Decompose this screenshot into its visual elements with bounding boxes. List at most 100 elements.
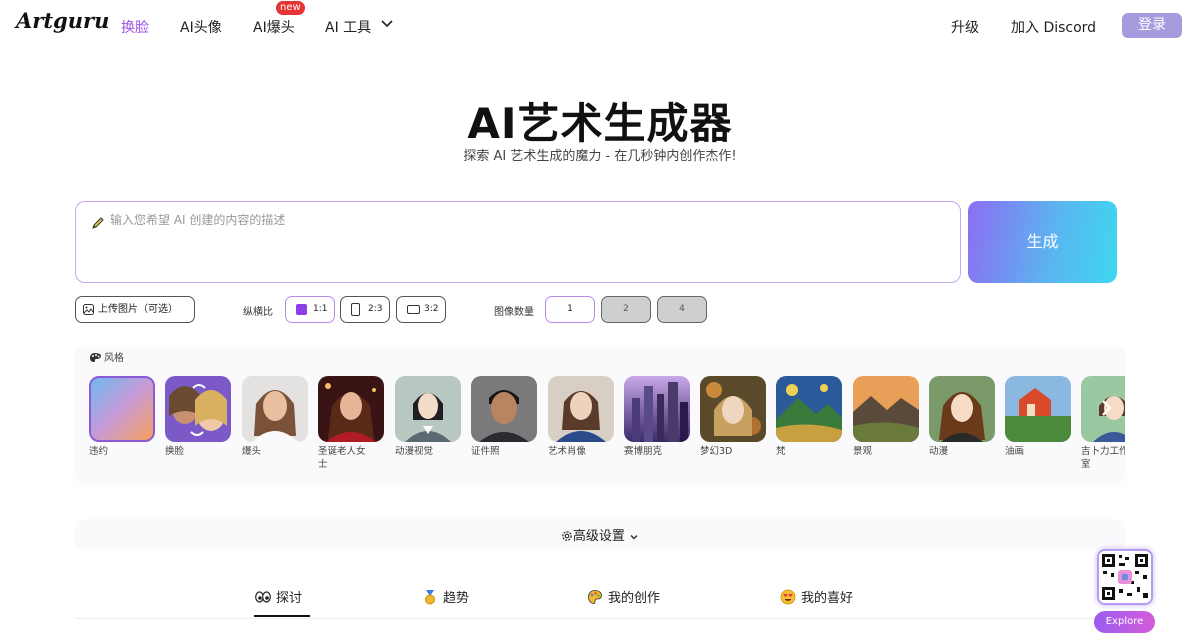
- style-thumb: [318, 376, 384, 442]
- image-count-label: 图像数量: [494, 307, 534, 318]
- style-label: 赛博朋克: [624, 446, 663, 457]
- advanced-settings-label: 高级设置: [572, 529, 625, 544]
- new-badge: new: [276, 1, 305, 15]
- page-title: AI艺术生成器: [467, 99, 733, 148]
- style-thumb: [89, 376, 155, 442]
- style-heading: 风格: [89, 349, 124, 364]
- upload-image-button[interactable]: 上传图片（可选）: [75, 296, 195, 323]
- top-nav: Artguru 换脸 AI头像 AI爆头 new AI 工具 升级 加入 Dis…: [0, 0, 1200, 50]
- tab-label: 趋势: [443, 591, 470, 606]
- tabs-divider: [75, 618, 1125, 619]
- nav-join-discord[interactable]: 加入 Discord: [1011, 17, 1096, 37]
- style-label: 动漫视觉: [395, 446, 434, 457]
- aspect-2-3-button[interactable]: 2:3: [340, 296, 390, 323]
- style-thumb: [624, 376, 690, 442]
- style-thumb: [1005, 376, 1071, 442]
- advanced-settings-toggle[interactable]: 高级设置: [75, 519, 1125, 549]
- login-button[interactable]: 登录: [1122, 13, 1182, 38]
- style-thumb: [929, 376, 995, 442]
- upload-label: 上传图片（可选）: [98, 304, 178, 315]
- style-item-art-portrait[interactable]: 艺术肖像: [548, 376, 614, 458]
- style-item-ghibli[interactable]: 吉卜力工作室: [1081, 376, 1125, 471]
- chevron-down-icon: [630, 535, 638, 540]
- explore-button[interactable]: Explore: [1094, 611, 1155, 633]
- tab-my-favorites[interactable]: 我的喜好: [780, 587, 853, 606]
- style-thumb: [853, 376, 919, 442]
- style-panel: 风格 违约 换脸 爆头 圣诞老人女士 动漫视觉 证件照 艺术肖像 赛博朋克 梦幻…: [75, 345, 1125, 485]
- style-item-headshot[interactable]: 爆头: [242, 376, 308, 458]
- style-label: 梵: [776, 446, 786, 457]
- palette-icon: [588, 590, 602, 604]
- style-item-anime-visual[interactable]: 动漫视觉: [395, 376, 461, 458]
- count-4-button[interactable]: 4: [657, 296, 707, 323]
- nav-ai-tools[interactable]: AI 工具: [325, 17, 371, 37]
- style-item-id-photo[interactable]: 证件照: [471, 376, 537, 458]
- style-label: 景观: [853, 446, 873, 457]
- style-label: 违约: [89, 446, 109, 457]
- aspect-label: 3:2: [424, 304, 439, 314]
- landscape-icon: [407, 305, 420, 314]
- aspect-1-1-button[interactable]: 1:1: [285, 296, 335, 323]
- style-label: 爆头: [242, 446, 262, 457]
- style-label: 换脸: [165, 446, 185, 457]
- style-thumb: [548, 376, 614, 442]
- tab-label: 我的创作: [608, 591, 661, 606]
- chevron-right-icon[interactable]: [1095, 393, 1119, 423]
- aspect-label: 1:1: [313, 304, 328, 314]
- style-thumb: [700, 376, 766, 442]
- nav-ai-headshot[interactable]: AI爆头: [253, 17, 295, 37]
- portrait-icon: [351, 303, 360, 316]
- count-2-button[interactable]: 2: [601, 296, 651, 323]
- style-thumb: [165, 376, 231, 442]
- palette-icon: [90, 353, 101, 362]
- style-item-oil-painting[interactable]: 油画: [1005, 376, 1071, 458]
- style-label: 吉卜力工作室: [1081, 446, 1125, 470]
- style-label: 圣诞老人女士: [318, 446, 366, 470]
- aspect-label: 2:3: [368, 304, 383, 314]
- active-tab-indicator: [254, 615, 310, 617]
- tab-trending[interactable]: 趋势: [422, 587, 469, 606]
- gear-icon: [562, 531, 572, 541]
- chevron-down-icon[interactable]: [380, 16, 394, 30]
- pencil-icon: [92, 217, 104, 229]
- square-icon: [296, 304, 307, 315]
- nav-ai-avatar[interactable]: AI头像: [180, 17, 222, 37]
- style-item-van-gogh[interactable]: 梵: [776, 376, 842, 458]
- style-item-cyberpunk[interactable]: 赛博朋克: [624, 376, 690, 458]
- style-thumb: [776, 376, 842, 442]
- heart-eyes-icon: [780, 589, 796, 605]
- style-item-anime[interactable]: 动漫: [929, 376, 995, 458]
- style-label: 油画: [1005, 446, 1025, 457]
- nav-face-swap[interactable]: 换脸: [121, 17, 149, 37]
- nav-upgrade[interactable]: 升级: [951, 17, 979, 37]
- style-item-default[interactable]: 违约: [89, 376, 155, 458]
- style-label: 动漫: [929, 446, 949, 457]
- artguru-logo[interactable]: Artguru: [16, 8, 109, 33]
- qr-code-icon: [1099, 551, 1151, 603]
- tab-label: 探讨: [276, 591, 303, 606]
- prompt-input[interactable]: [110, 211, 950, 275]
- style-heading-label: 风格: [104, 353, 124, 364]
- style-item-face-swap[interactable]: 换脸: [165, 376, 231, 458]
- aspect-3-2-button[interactable]: 3:2: [396, 296, 446, 323]
- medal-icon: [425, 590, 435, 605]
- style-item-landscape[interactable]: 景观: [853, 376, 919, 458]
- style-thumb: [395, 376, 461, 442]
- image-icon: [83, 304, 94, 315]
- prompt-box: [75, 201, 961, 283]
- count-1-button[interactable]: 1: [545, 296, 595, 323]
- style-thumb: [242, 376, 308, 442]
- style-item-fantasy-3d[interactable]: 梦幻3D: [700, 376, 766, 458]
- tab-explore[interactable]: 探讨: [255, 587, 302, 606]
- aspect-ratio-label: 纵横比: [243, 307, 273, 318]
- style-thumb: [471, 376, 537, 442]
- qr-code[interactable]: [1097, 549, 1153, 605]
- style-item-mrs-claus[interactable]: 圣诞老人女士: [318, 376, 384, 471]
- style-label: 证件照: [471, 446, 500, 457]
- tab-my-creations[interactable]: 我的创作: [587, 587, 660, 606]
- page-subtitle: 探索 AI 艺术生成的魔力 - 在几秒钟内创作杰作!: [463, 149, 737, 164]
- style-label: 艺术肖像: [548, 446, 587, 457]
- generate-button[interactable]: 生成: [968, 201, 1117, 283]
- eyes-icon: [255, 591, 271, 603]
- style-label: 梦幻3D: [700, 446, 733, 457]
